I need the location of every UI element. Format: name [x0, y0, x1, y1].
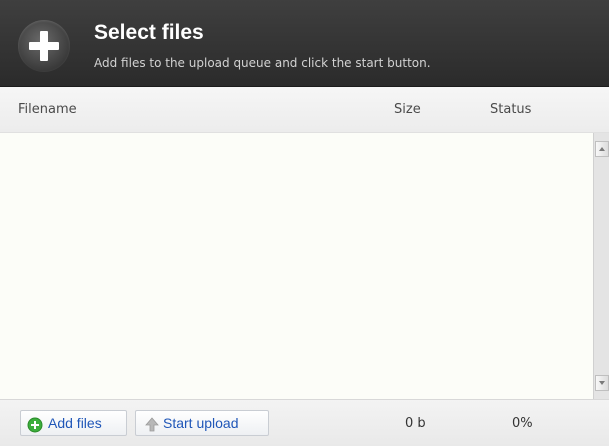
file-list[interactable] — [0, 133, 593, 399]
start-upload-button[interactable]: Start upload — [135, 410, 269, 436]
file-uploader: Select files Add files to the upload que… — [0, 0, 609, 446]
total-size: 0 b — [405, 416, 426, 431]
uploader-footer: Add files Start upload 0 b 0% — [0, 399, 609, 446]
header-subtitle: Add files to the upload queue and click … — [94, 56, 431, 70]
add-files-button[interactable]: Add files — [20, 410, 127, 436]
total-percent: 0% — [512, 416, 533, 431]
header-title: Select files — [94, 21, 204, 44]
start-upload-label: Start upload — [163, 415, 239, 431]
column-filename: Filename — [18, 102, 77, 117]
plus-circle-icon — [18, 20, 70, 72]
scroll-up-icon[interactable] — [595, 141, 609, 157]
uploader-header: Select files Add files to the upload que… — [0, 0, 609, 87]
upload-arrow-icon — [145, 416, 159, 440]
scroll-down-icon[interactable] — [595, 375, 609, 391]
column-status: Status — [490, 102, 532, 117]
add-circle-icon — [27, 416, 43, 440]
column-size: Size — [394, 102, 421, 117]
file-list-scrollbar[interactable] — [593, 133, 609, 399]
add-files-label: Add files — [48, 415, 102, 431]
file-list-column-header: Filename Size Status — [0, 87, 609, 133]
